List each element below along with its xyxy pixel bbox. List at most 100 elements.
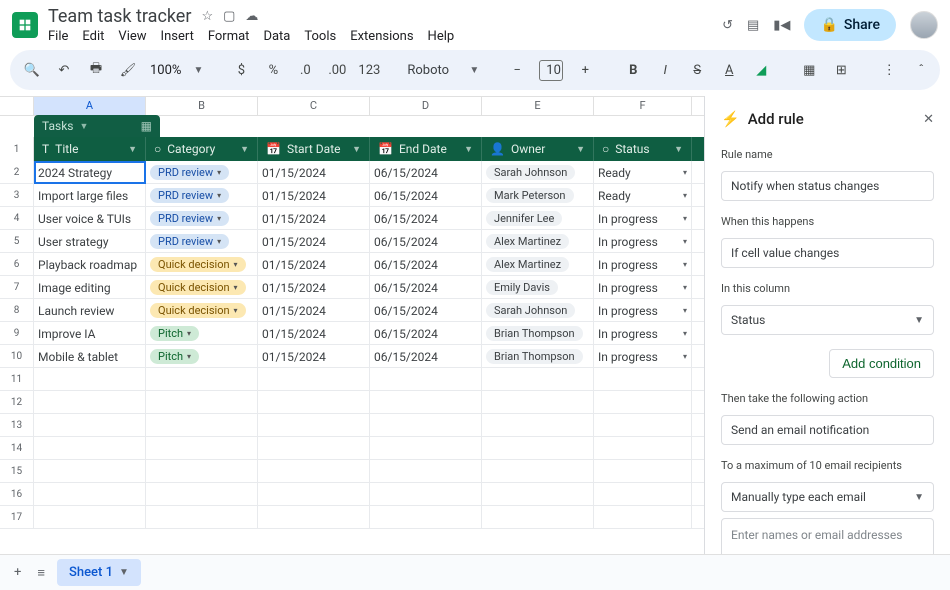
text-color-icon[interactable]: A (719, 63, 739, 78)
cell-status[interactable]: In progress▾ (594, 345, 692, 368)
chevron-down-icon[interactable]: ▾ (217, 168, 221, 177)
more-formats-icon[interactable]: 123 (359, 63, 379, 78)
chevron-down-icon[interactable]: ▾ (187, 329, 191, 338)
row-number[interactable]: 5 (0, 230, 34, 252)
col-header-A[interactable]: A (34, 97, 146, 115)
chevron-down-icon[interactable]: ▾ (234, 306, 238, 315)
menu-format[interactable]: Format (208, 29, 250, 44)
paint-format-icon[interactable]: 🖌 (118, 63, 138, 78)
cell-empty[interactable] (146, 391, 258, 414)
chevron-down-icon[interactable]: ▼ (464, 144, 473, 155)
chevron-down-icon[interactable]: ▼ (128, 144, 137, 155)
cell-status[interactable]: Ready▾ (594, 184, 692, 207)
cell-title[interactable]: Image editing (34, 276, 146, 299)
chevron-down-icon[interactable]: ▼ (240, 144, 249, 155)
row-number[interactable]: 16 (0, 483, 34, 505)
cell-start-date[interactable]: 01/15/2024 (258, 276, 370, 299)
font-select[interactable]: Roboto (407, 63, 457, 78)
cell-empty[interactable] (370, 437, 482, 460)
cell-start-date[interactable]: 01/15/2024 (258, 230, 370, 253)
sheets-logo[interactable] (12, 12, 38, 38)
cell-title[interactable]: Playback roadmap (34, 253, 146, 276)
cell-end-date[interactable]: 06/15/2024 (370, 184, 482, 207)
chevron-down-icon[interactable]: ▾ (683, 237, 687, 246)
zoom-select[interactable]: 100% (150, 63, 181, 78)
cell-empty[interactable] (594, 506, 692, 529)
add-sheet-button[interactable]: + (10, 561, 25, 584)
field-title[interactable]: TTitle▼ (34, 137, 146, 161)
row-number[interactable]: 11 (0, 368, 34, 390)
cell-owner[interactable]: Sarah Johnson (482, 299, 594, 322)
chevron-down-icon[interactable]: ▾ (217, 191, 221, 200)
italic-icon[interactable]: I (655, 63, 675, 78)
menu-data[interactable]: Data (263, 29, 290, 44)
cell-owner[interactable]: Jennifer Lee (482, 207, 594, 230)
cell-empty[interactable] (594, 368, 692, 391)
chevron-down-icon[interactable]: ▾ (217, 237, 221, 246)
row-number[interactable]: 15 (0, 460, 34, 482)
row-number[interactable]: 9 (0, 322, 34, 344)
row-number[interactable]: 6 (0, 253, 34, 275)
fill-color-icon[interactable]: ◢ (751, 63, 771, 78)
field-start-date[interactable]: 📅Start Date▼ (258, 137, 370, 161)
cell-owner[interactable]: Alex Martinez (482, 230, 594, 253)
undo-icon[interactable]: ↶ (54, 63, 74, 78)
cell-empty[interactable] (370, 483, 482, 506)
grid-view-icon[interactable]: ▦ (141, 119, 152, 133)
cell-empty[interactable] (370, 391, 482, 414)
close-icon[interactable]: ✕ (923, 112, 934, 127)
col-header-E[interactable]: E (482, 97, 594, 115)
cell-end-date[interactable]: 06/15/2024 (370, 345, 482, 368)
history-icon[interactable]: ↺ (722, 18, 733, 33)
cell-status[interactable]: In progress▾ (594, 207, 692, 230)
field-category[interactable]: ○Category▼ (146, 137, 258, 161)
cell-empty[interactable] (34, 391, 146, 414)
meet-icon[interactable]: ▮◀ (773, 18, 790, 33)
percent-icon[interactable]: % (263, 63, 283, 78)
borders-icon[interactable]: ▦ (799, 63, 819, 78)
cell-owner[interactable]: Alex Martinez (482, 253, 594, 276)
cell-status[interactable]: In progress▾ (594, 253, 692, 276)
menu-tools[interactable]: Tools (304, 29, 336, 44)
cell-empty[interactable] (258, 414, 370, 437)
menu-edit[interactable]: Edit (82, 29, 104, 44)
chevron-down-icon[interactable]: ▼ (352, 144, 361, 155)
cell-status[interactable]: In progress▾ (594, 276, 692, 299)
cell-category[interactable]: PRD review ▾ (146, 184, 258, 207)
cell-start-date[interactable]: 01/15/2024 (258, 253, 370, 276)
increase-decimal-icon[interactable]: .00 (327, 63, 347, 78)
chevron-down-icon[interactable]: ▼ (469, 65, 479, 76)
font-size-input[interactable]: 10 (539, 60, 563, 81)
cell-empty[interactable] (146, 414, 258, 437)
when-happens-input[interactable] (721, 238, 934, 268)
all-sheets-button[interactable]: ≡ (33, 561, 49, 585)
increase-font-icon[interactable]: + (575, 63, 595, 78)
cell-category[interactable]: Quick decision ▾ (146, 253, 258, 276)
cell-empty[interactable] (34, 506, 146, 529)
smart-chip-tab[interactable]: Tasks ▼ ▦ (34, 115, 160, 137)
sheet-tab[interactable]: Sheet 1 ▼ (57, 559, 141, 586)
chevron-down-icon[interactable]: ▾ (187, 352, 191, 361)
row-number[interactable]: 13 (0, 414, 34, 436)
row-number[interactable]: 8 (0, 299, 34, 321)
chevron-down-icon[interactable]: ▾ (234, 260, 238, 269)
cell-empty[interactable] (34, 437, 146, 460)
col-header-D[interactable]: D (370, 97, 482, 115)
chevron-down-icon[interactable]: ▼ (193, 65, 203, 76)
cell-empty[interactable] (594, 414, 692, 437)
collapse-toolbar-icon[interactable]: ˆ (911, 63, 931, 78)
cell-title[interactable]: User voice & TUIs (34, 207, 146, 230)
chevron-down-icon[interactable]: ▾ (683, 214, 687, 223)
cell-empty[interactable] (258, 437, 370, 460)
cell-empty[interactable] (370, 460, 482, 483)
cell-empty[interactable] (482, 460, 594, 483)
cell-empty[interactable] (258, 506, 370, 529)
cell-empty[interactable] (370, 506, 482, 529)
cell-empty[interactable] (482, 506, 594, 529)
currency-icon[interactable]: $ (231, 63, 251, 78)
cell-owner[interactable]: Mark Peterson (482, 184, 594, 207)
cell-title[interactable]: Import large files (34, 184, 146, 207)
col-header-F[interactable]: F (594, 97, 692, 115)
move-icon[interactable]: ▢ (223, 9, 235, 24)
comments-icon[interactable]: ▤ (747, 18, 759, 33)
